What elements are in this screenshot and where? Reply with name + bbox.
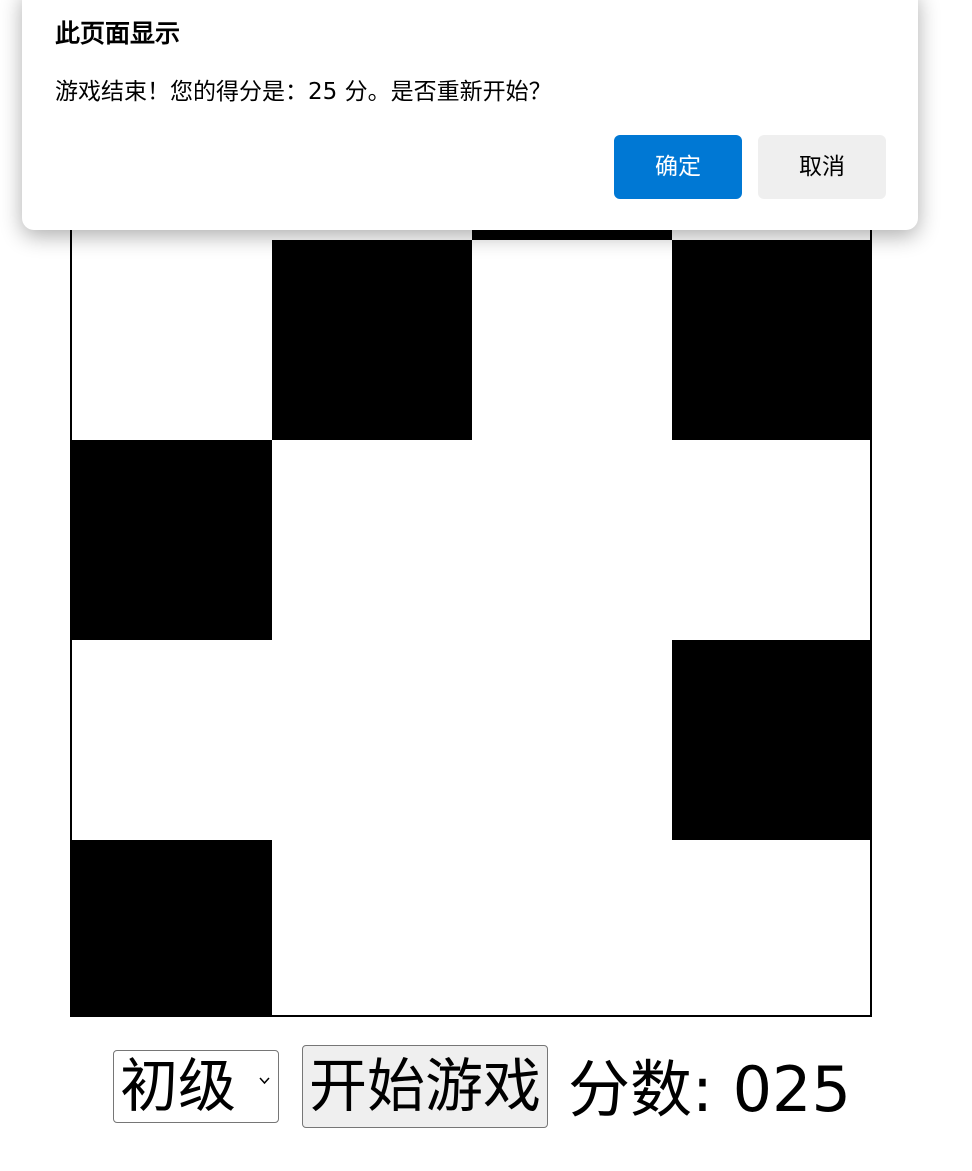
ok-button[interactable]: 确定 bbox=[614, 135, 742, 199]
start-game-button[interactable]: 开始游戏 bbox=[302, 1045, 548, 1128]
dialog-title: 此页面显示 bbox=[55, 19, 181, 48]
dialog-message: 游戏结束！您的得分是：25 分。是否重新开始？ bbox=[55, 79, 552, 105]
game-page: 初级 开始游戏 分数: 025 此页面显示 游戏结束！您的得分是：25 分。是否… bbox=[0, 0, 972, 1171]
level-select[interactable]: 初级 bbox=[113, 1050, 279, 1123]
alert-dialog: 此页面显示 游戏结束！您的得分是：25 分。是否重新开始？ 确定 取消 bbox=[22, 0, 918, 230]
cancel-button[interactable]: 取消 bbox=[758, 135, 886, 199]
score-display: 分数: 025 bbox=[568, 1053, 851, 1126]
black-tile[interactable] bbox=[72, 440, 272, 640]
black-tile[interactable] bbox=[672, 240, 870, 440]
level-select-value: 初级 bbox=[120, 1052, 237, 1120]
chevron-down-icon bbox=[259, 1077, 270, 1085]
black-tile[interactable] bbox=[72, 840, 272, 1015]
game-controls: 初级 开始游戏 分数: 025 bbox=[0, 1040, 972, 1140]
black-tile[interactable] bbox=[672, 640, 870, 840]
black-tile[interactable] bbox=[272, 240, 472, 440]
